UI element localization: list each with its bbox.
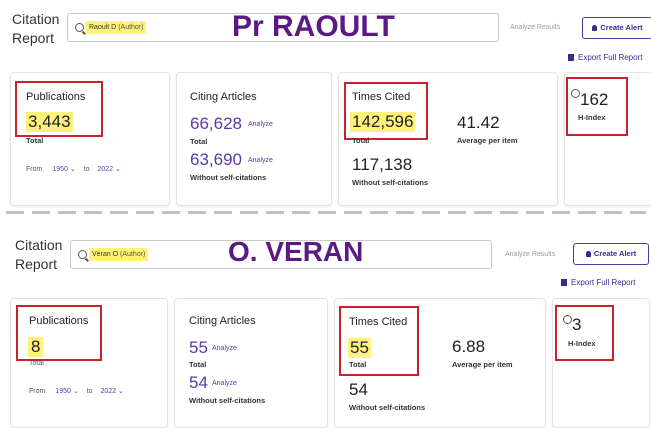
- times-cited-label: Times Cited: [352, 91, 411, 103]
- citing-total-sub: Total: [190, 137, 208, 146]
- times-cited-sub: Total: [349, 360, 367, 369]
- publications-label: Publications: [26, 91, 86, 103]
- from-year-select[interactable]: 1950 ⌄: [55, 388, 78, 395]
- year-range: From 1950 ⌄ to 2022 ⌄: [29, 388, 124, 395]
- to-year-select[interactable]: 2022 ⌄: [100, 388, 123, 395]
- search-icon: [78, 250, 87, 259]
- bell-icon: [592, 25, 598, 31]
- overlay-name-label: O. VERAN: [228, 236, 364, 267]
- times-cited-label: Times Cited: [349, 316, 408, 328]
- average-per-item-label: Average per item: [452, 360, 513, 369]
- h-index-value: 162: [580, 90, 609, 109]
- author-chip[interactable]: Raoult D (Author): [86, 21, 147, 34]
- average-per-item-value: 41.42: [457, 113, 500, 132]
- analyze-results-link[interactable]: Analyze Results: [505, 251, 555, 258]
- analyze-results-link[interactable]: Analyze Results: [510, 24, 560, 31]
- h-index-label: H-Index: [568, 339, 596, 348]
- citing-articles-label: Citing Articles: [190, 91, 257, 103]
- times-cited-value: 142,596: [350, 112, 416, 132]
- times-cited-sub: Total: [352, 136, 370, 145]
- info-icon: [571, 89, 580, 98]
- times-cited-without-self-value: 54: [349, 380, 368, 399]
- info-icon: [563, 315, 572, 324]
- export-full-report-link[interactable]: Export Full Report: [568, 53, 642, 62]
- citing-without-self-value[interactable]: 63,690: [190, 150, 242, 170]
- h-index-value: 3: [572, 315, 582, 334]
- times-cited-without-self-sub: Without self-citations: [352, 178, 429, 187]
- publications-sub: Total: [26, 136, 44, 145]
- average-per-item-label: Average per item: [457, 136, 518, 145]
- publications-label: Publications: [29, 315, 89, 327]
- analyze-citing-link[interactable]: Analyze: [248, 121, 273, 128]
- citing-total-sub: Total: [189, 360, 207, 369]
- citing-total-value[interactable]: 66,628: [190, 114, 242, 134]
- to-year-select[interactable]: 2022 ⌄: [97, 166, 120, 173]
- publications-value: 3,443: [26, 112, 73, 132]
- citation-report-title: Citation Report: [12, 11, 60, 46]
- times-cited-without-self-value: 117,138: [352, 155, 413, 174]
- h-index-label: H-Index: [578, 113, 606, 122]
- citing-without-self-sub: Without self-citations: [189, 396, 266, 405]
- highlight-box: [555, 305, 614, 361]
- citing-without-self-value[interactable]: 54: [189, 373, 208, 393]
- analyze-citing-self-link[interactable]: Analyze: [248, 157, 273, 164]
- create-alert-button[interactable]: Create Alert: [573, 243, 649, 265]
- overlay-name-label: Pr RAOULT: [232, 10, 395, 43]
- bell-icon: [585, 251, 591, 257]
- export-icon: [568, 54, 574, 61]
- analyze-citing-self-link[interactable]: Analyze: [212, 380, 237, 387]
- analyze-citing-link[interactable]: Analyze: [212, 345, 237, 352]
- year-range: From 1950 ⌄ to 2022 ⌄: [26, 166, 121, 173]
- search-icon: [75, 23, 84, 32]
- citing-without-self-sub: Without self-citations: [190, 173, 267, 182]
- average-per-item-value: 6.88: [452, 337, 486, 356]
- times-cited-without-self-sub: Without self-citations: [349, 403, 426, 412]
- divider: [6, 211, 646, 214]
- citation-report-title: Citation Report: [15, 237, 63, 272]
- citing-total-value[interactable]: 55: [189, 338, 208, 358]
- citing-articles-label: Citing Articles: [189, 315, 256, 327]
- create-alert-button[interactable]: Create Alert: [582, 17, 651, 39]
- times-cited-value: 55: [348, 338, 371, 358]
- export-full-report-link[interactable]: Export Full Report: [561, 278, 635, 287]
- from-year-select[interactable]: 1950 ⌄: [52, 166, 75, 173]
- export-icon: [561, 279, 567, 286]
- publications-sub: Total: [29, 360, 44, 367]
- author-chip[interactable]: Véran O (Author): [89, 248, 149, 261]
- publications-value: 8: [28, 337, 44, 357]
